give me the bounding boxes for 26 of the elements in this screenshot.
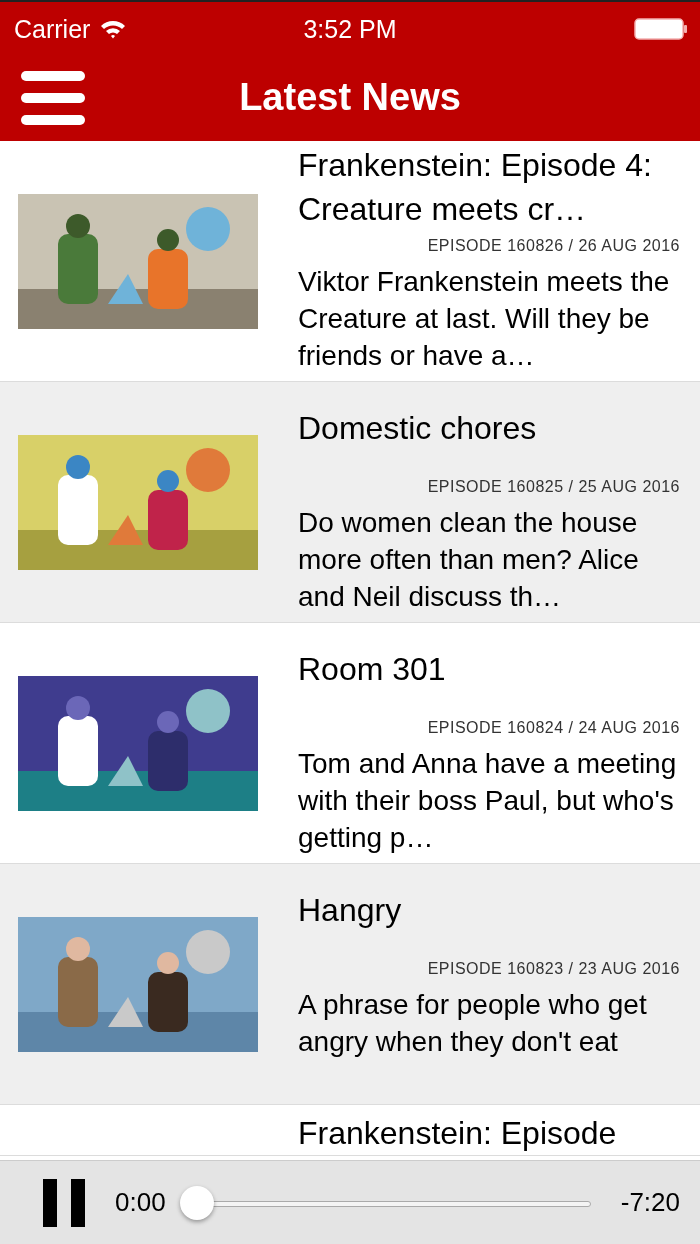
menu-icon[interactable] xyxy=(20,69,86,126)
article-title: Frankenstein: Episode 4: Creature meets cr… xyxy=(298,146,653,229)
article-title: Frankenstein: Episode xyxy=(298,1114,617,1153)
article-summary: Tom and Anna have a meeting with their boss Paul, but who's getting p… xyxy=(298,747,678,855)
article-row[interactable]: Hangry EPISODE 160823 / 23 AUG 2016 A phrase for people who get angry when they don't eat xyxy=(0,864,700,1105)
article-row[interactable]: Domestic chores EPISODE 160825 / 25 AUG 2016 Do women clean the house more often than men? Alice and Neil discuss th… xyxy=(0,382,700,623)
episode-date: EPISODE 160825 / 25 AUG 2016 xyxy=(426,477,681,497)
carrier-label: Carrier xyxy=(14,14,91,44)
episode-date: EPISODE 160823 / 23 AUG 2016 xyxy=(426,959,681,979)
article-summary: Viktor Frankenstein meets the Creature at last. Will they be friends or have a… xyxy=(298,265,671,373)
article-summary: Do women clean the house more often than men? Alice and Neil discuss th… xyxy=(298,506,640,614)
progress-slider[interactable] xyxy=(179,1185,591,1220)
remaining-time: -7:20 xyxy=(620,1187,680,1218)
page-title: Latest News xyxy=(239,76,461,119)
article-title: Room 301 xyxy=(298,650,446,689)
article-title: Domestic chores xyxy=(298,409,537,448)
article-title: Hangry xyxy=(298,891,402,930)
battery-icon xyxy=(634,18,688,40)
wifi-icon xyxy=(100,19,127,39)
article-summary: A phrase for people who get angry when they don't eat xyxy=(298,988,648,1059)
elapsed-time: 0:00 xyxy=(115,1187,166,1218)
clock-time: 3:52 PM xyxy=(303,14,397,44)
pause-icon[interactable] xyxy=(43,1178,85,1227)
slider-thumb[interactable] xyxy=(179,1185,214,1220)
episode-date: EPISODE 160824 / 24 AUG 2016 xyxy=(426,718,681,738)
episode-date: EPISODE 160826 / 26 AUG 2016 xyxy=(426,236,681,256)
